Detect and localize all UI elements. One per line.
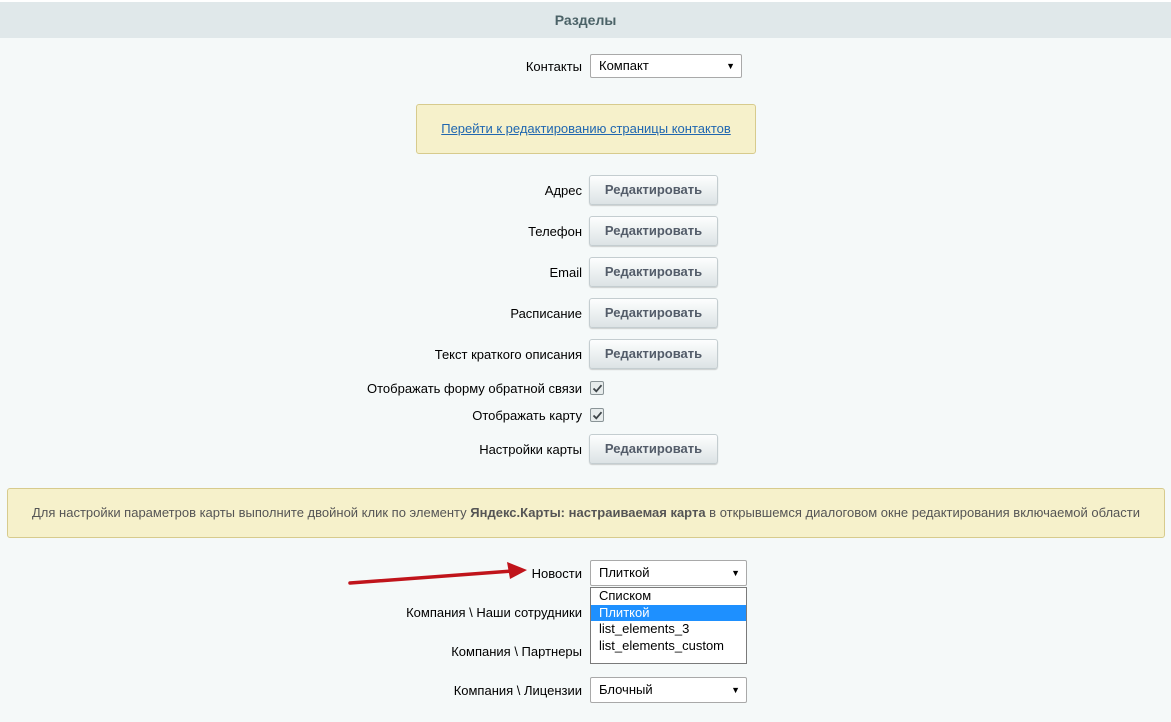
news-option-list[interactable]: Списком: [591, 588, 746, 605]
staff-label: Компания \ Наши сотрудники: [406, 605, 582, 620]
email-label: Email: [549, 265, 582, 280]
contacts-select-value: Компакт: [599, 58, 649, 73]
checkmark-icon: [592, 411, 603, 420]
edit-short-description-button[interactable]: Редактировать: [589, 339, 718, 369]
edit-map-settings-button[interactable]: Редактировать: [589, 434, 718, 464]
show-feedback-form-label: Отображать форму обратной связи: [367, 381, 582, 396]
news-option-list-elements-3[interactable]: list_elements_3: [591, 621, 746, 638]
map-settings-label: Настройки карты: [479, 442, 582, 457]
dropdown-arrow-icon: ▼: [731, 685, 740, 695]
checkmark-icon: [592, 384, 603, 393]
news-dropdown-list[interactable]: Списком Плиткой list_elements_3 list_ele…: [590, 587, 747, 664]
licenses-select-value: Блочный: [599, 682, 653, 697]
edit-address-button[interactable]: Редактировать: [589, 175, 718, 205]
section-title: Разделы: [554, 12, 617, 28]
licenses-label: Компания \ Лицензии: [453, 683, 582, 698]
contacts-notice: Перейти к редактированию страницы контак…: [416, 104, 756, 154]
news-label: Новости: [531, 566, 582, 581]
map-notice: Для настройки параметров карты выполните…: [7, 488, 1165, 538]
news-select-value: Плиткой: [599, 565, 650, 580]
map-notice-text-bold: Яндекс.Карты: настраиваемая карта: [470, 505, 706, 520]
edit-phone-button[interactable]: Редактировать: [589, 216, 718, 246]
contacts-select[interactable]: Компакт ▼: [590, 54, 742, 78]
show-map-checkbox[interactable]: [590, 408, 604, 422]
dropdown-arrow-icon: ▼: [731, 568, 740, 578]
partners-label: Компания \ Партнеры: [451, 644, 582, 659]
contacts-label: Контакты: [525, 59, 582, 74]
news-option-tiles[interactable]: Плиткой: [591, 604, 746, 621]
edit-schedule-button[interactable]: Редактировать: [589, 298, 718, 328]
schedule-label: Расписание: [510, 306, 582, 321]
edit-contacts-page-link[interactable]: Перейти к редактированию страницы контак…: [441, 121, 731, 136]
news-option-list-elements-custom[interactable]: list_elements_custom: [591, 638, 746, 655]
show-feedback-form-checkbox[interactable]: [590, 381, 604, 395]
edit-email-button[interactable]: Редактировать: [589, 257, 718, 287]
news-select[interactable]: Плиткой ▼: [590, 560, 747, 586]
phone-label: Телефон: [528, 224, 582, 239]
section-header: Разделы: [0, 0, 1171, 38]
map-notice-text-before: Для настройки параметров карты выполните…: [32, 505, 471, 520]
licenses-select[interactable]: Блочный ▼: [590, 677, 747, 703]
address-label: Адрес: [544, 183, 582, 198]
map-notice-text-after: в открывшемся диалоговом окне редактиров…: [705, 505, 1140, 520]
short-description-label: Текст краткого описания: [434, 347, 582, 362]
dropdown-arrow-icon: ▼: [726, 61, 735, 71]
show-map-label: Отображать карту: [472, 408, 582, 423]
